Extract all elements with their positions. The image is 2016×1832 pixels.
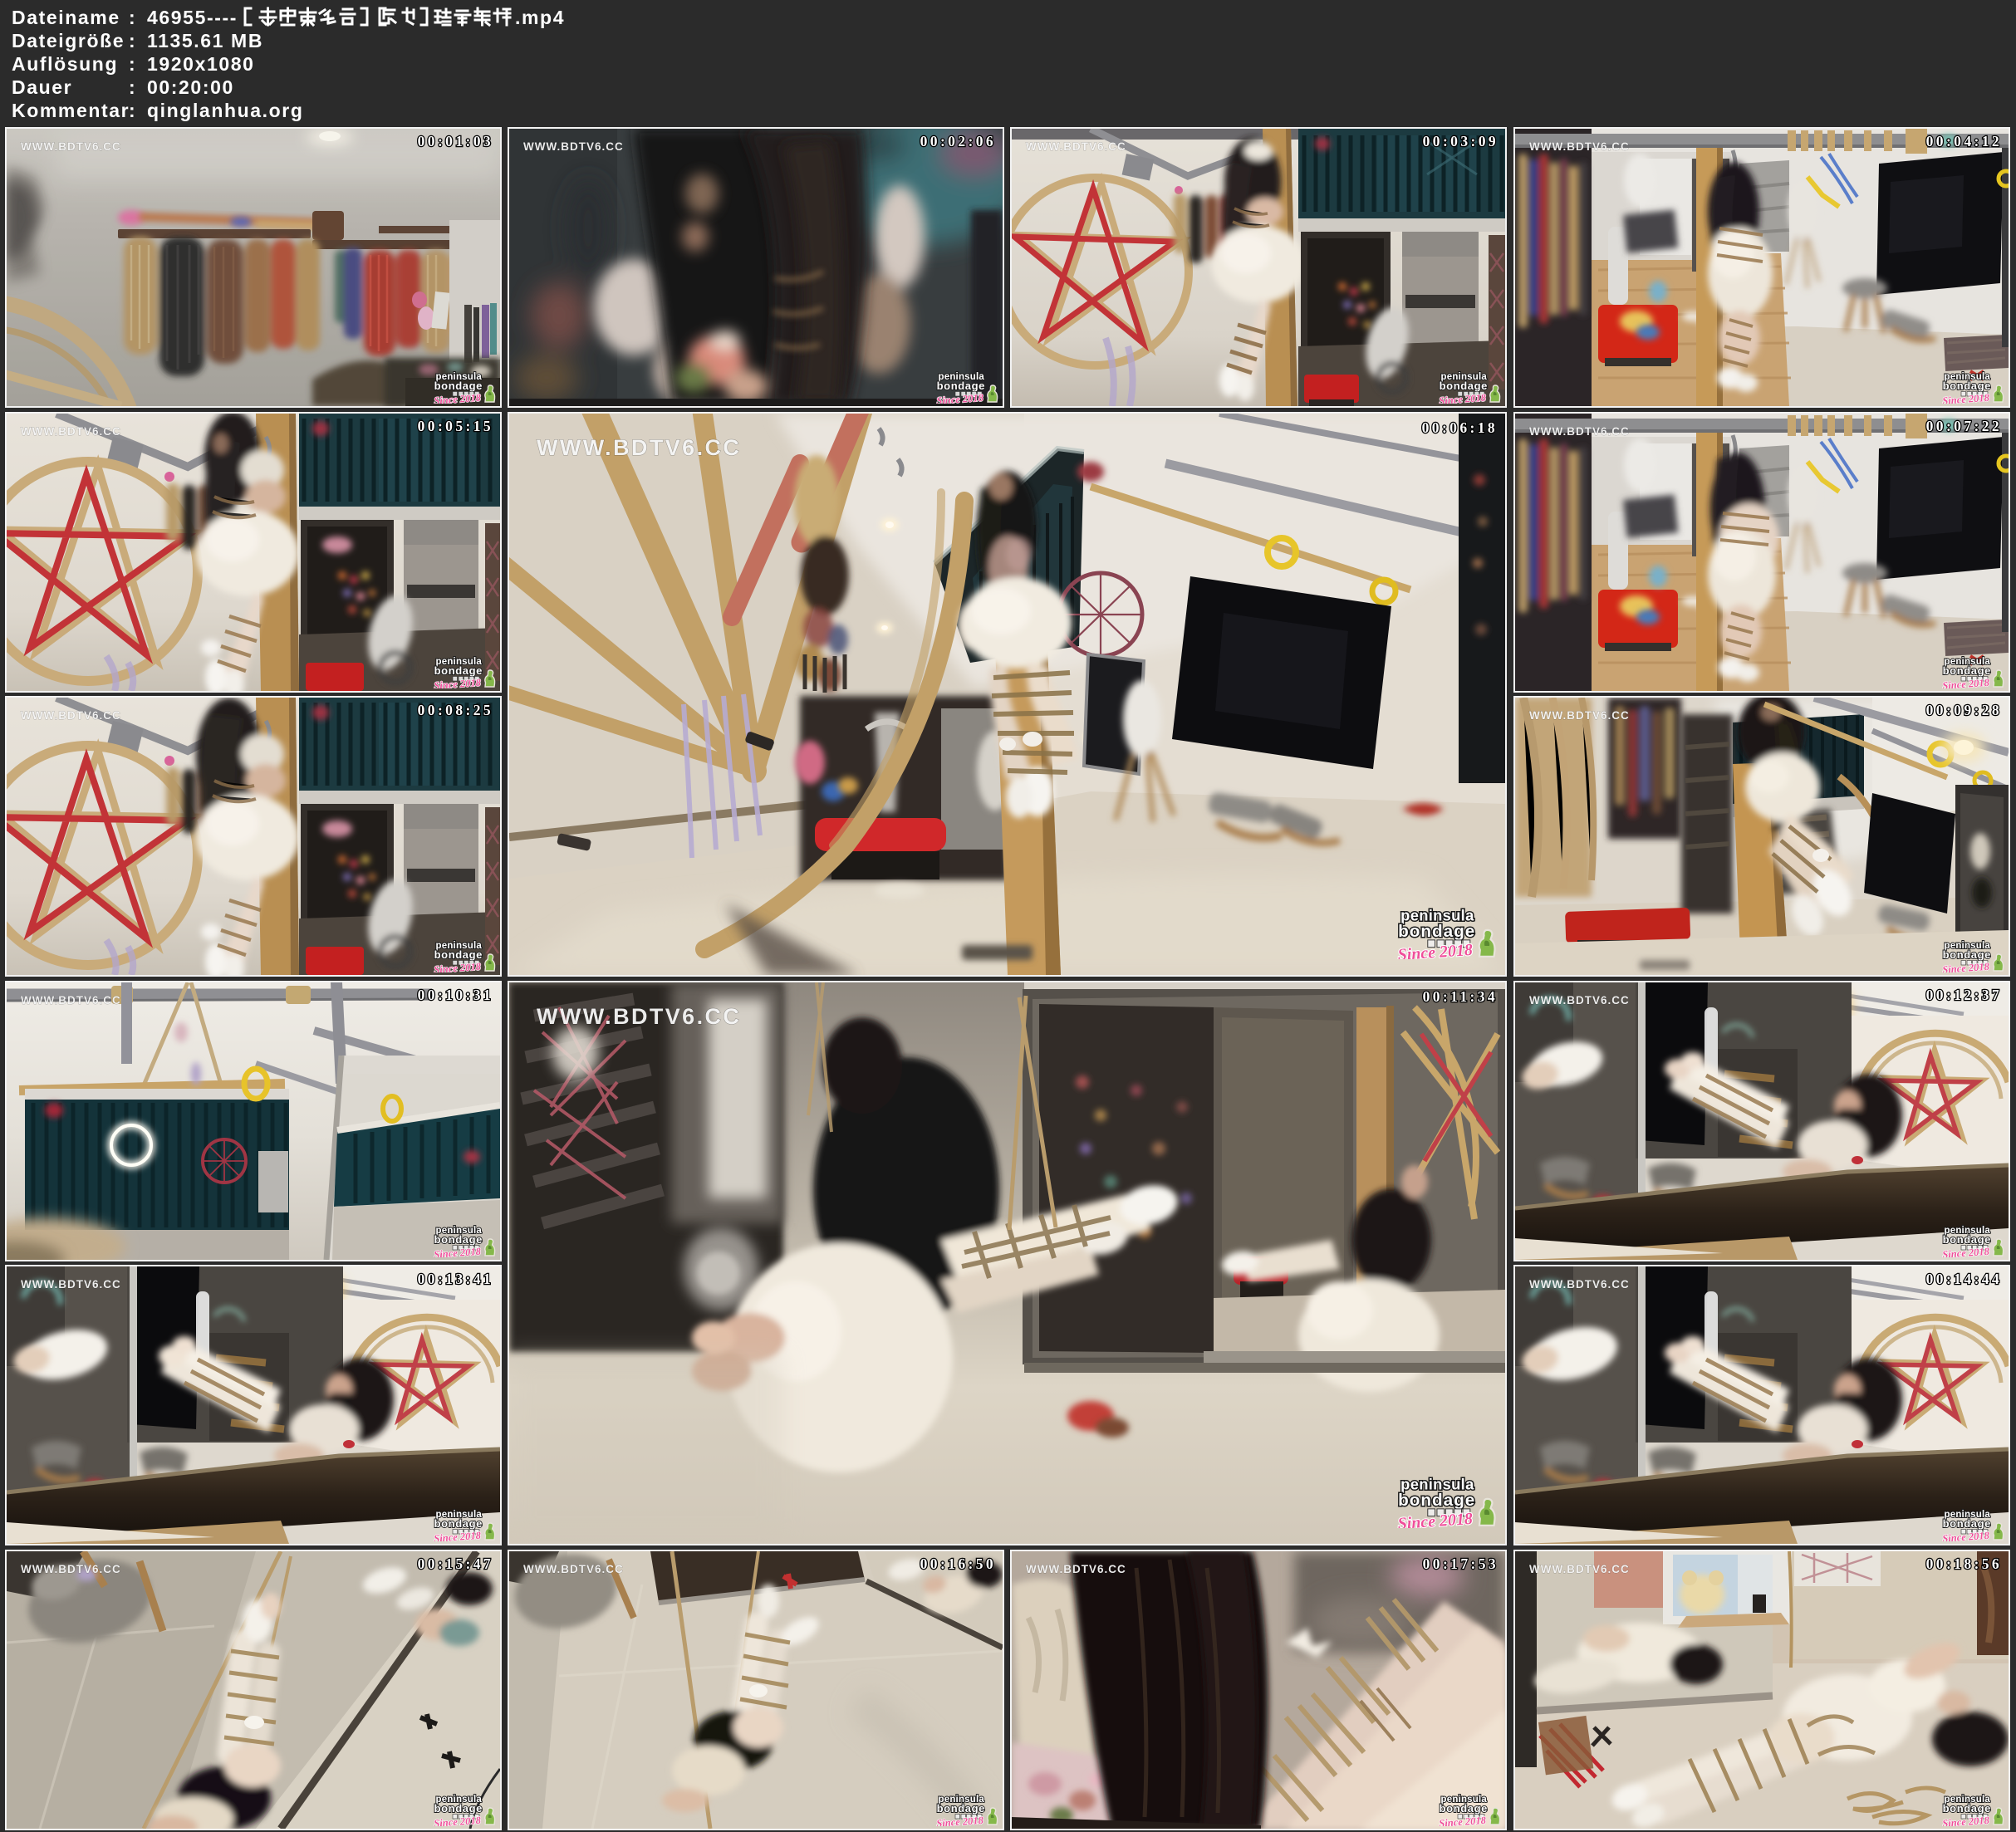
svg-text:WWW.BDTV6.CC: WWW.BDTV6.CC — [21, 425, 121, 438]
svg-text:WWW.BDTV6.CC: WWW.BDTV6.CC — [1529, 1563, 1630, 1575]
svg-text:WWW.BDTV6.CC: WWW.BDTV6.CC — [537, 435, 741, 460]
svg-text:WWW.BDTV6.CC: WWW.BDTV6.CC — [523, 140, 624, 153]
svg-text:WWW.BDTV6.CC: WWW.BDTV6.CC — [21, 1278, 121, 1291]
svg-text:WWW.BDTV6.CC: WWW.BDTV6.CC — [523, 1563, 624, 1575]
svg-text:WWW.BDTV6.CC: WWW.BDTV6.CC — [1529, 1278, 1630, 1291]
svg-text:WWW.BDTV6.CC: WWW.BDTV6.CC — [537, 1004, 741, 1029]
svg-text:WWW.BDTV6.CC: WWW.BDTV6.CC — [21, 1563, 121, 1575]
svg-text:00:04:12: 00:04:12 — [1926, 133, 2002, 149]
svg-text:WWW.BDTV6.CC: WWW.BDTV6.CC — [1529, 709, 1630, 722]
svg-text:00:12:37: 00:12:37 — [1926, 987, 2002, 1003]
svg-text:00:18:56: 00:18:56 — [1926, 1555, 2002, 1572]
svg-text:00:02:06: 00:02:06 — [920, 133, 996, 149]
svg-text:WWW.BDTV6.CC: WWW.BDTV6.CC — [1529, 425, 1630, 438]
svg-text:WWW.BDTV6.CC: WWW.BDTV6.CC — [1026, 140, 1126, 153]
svg-text:00:14:44: 00:14:44 — [1926, 1271, 2002, 1287]
svg-text:00:15:47: 00:15:47 — [418, 1555, 493, 1572]
svg-text:WWW.BDTV6.CC: WWW.BDTV6.CC — [1529, 140, 1630, 153]
svg-text:WWW.BDTV6.CC: WWW.BDTV6.CC — [1026, 1563, 1126, 1575]
svg-text:WWW.BDTV6.CC: WWW.BDTV6.CC — [21, 994, 121, 1007]
svg-text:00:08:25: 00:08:25 — [418, 702, 493, 718]
svg-text:00:01:03: 00:01:03 — [418, 133, 493, 149]
svg-text:00:03:09: 00:03:09 — [1423, 133, 1499, 149]
svg-text:00:06:18: 00:06:18 — [1422, 419, 1498, 436]
svg-text:WWW.BDTV6.CC: WWW.BDTV6.CC — [21, 140, 121, 153]
svg-text:00:16:50: 00:16:50 — [920, 1555, 996, 1572]
svg-text:00:13:41: 00:13:41 — [418, 1271, 493, 1287]
svg-text:00:11:34: 00:11:34 — [1423, 988, 1498, 1005]
svg-text:00:10:31: 00:10:31 — [418, 987, 493, 1003]
svg-text:00:07:22: 00:07:22 — [1926, 418, 2002, 434]
svg-text:WWW.BDTV6.CC: WWW.BDTV6.CC — [1529, 994, 1630, 1007]
svg-text:WWW.BDTV6.CC: WWW.BDTV6.CC — [21, 709, 121, 722]
svg-text:00:09:28: 00:09:28 — [1926, 702, 2002, 718]
svg-text:00:05:15: 00:05:15 — [418, 418, 493, 434]
svg-text:00:17:53: 00:17:53 — [1423, 1555, 1499, 1572]
